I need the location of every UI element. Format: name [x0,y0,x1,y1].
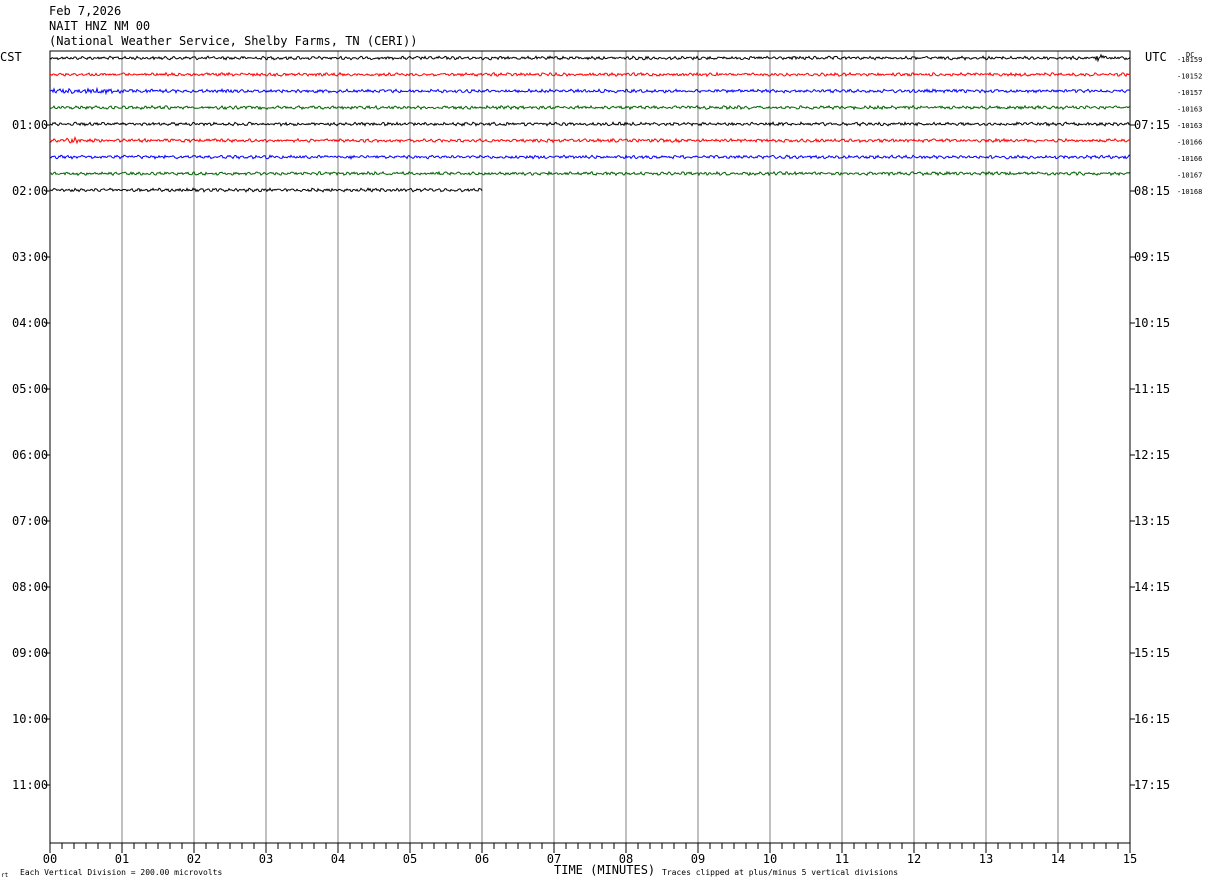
x-tick-label: 06 [475,852,489,866]
x-tick-label: 04 [331,852,345,866]
dc-offset-label: -10168 [1177,188,1202,196]
x-tick-label: 02 [187,852,201,866]
left-hour-label: 05:00 [12,382,48,396]
x-tick-label: 12 [907,852,921,866]
dc-offset-label: -10167 [1177,172,1202,180]
clip-note: Traces clipped at plus/minus 5 vertical … [662,868,898,877]
x-tick-label: 05 [403,852,417,866]
right-hour-label: 15:15 [1134,646,1170,660]
x-tick-label: 03 [259,852,273,866]
right-hour-label: 11:15 [1134,382,1170,396]
trace-green [49,170,1131,177]
left-hour-label: 10:00 [12,712,48,726]
right-hour-label: 17:15 [1134,778,1170,792]
left-hour-label: 11:00 [12,778,48,792]
seismogram-plot: 00 01 02 03 04 05 06 07 08 09 10 11 12 13 14 1501:0002:… [0,50,1202,879]
right-hour-label: 12:15 [1134,448,1170,462]
left-hour-label: 09:00 [12,646,48,660]
right-hour-label: 14:15 [1134,580,1170,594]
trace-layer [49,53,1131,193]
x-tick-label: 15 [1123,852,1137,866]
x-tick-label: 10 [763,852,777,866]
dc-label: DC [1186,51,1194,59]
dc-offset-label: -10166 [1177,139,1202,147]
right-hour-label: 13:15 [1134,514,1170,528]
right-timezone-label: UTC [1145,50,1167,64]
left-hour-label: 08:00 [12,580,48,594]
right-hour-label: 09:15 [1134,250,1170,264]
trace-green [49,104,1131,111]
corner-mark: rt [1,872,9,879]
trace-red [49,136,1131,145]
left-hour-label: 06:00 [12,448,48,462]
scale-note: Each Vertical Division = 200.00 microvol… [20,868,222,877]
x-tick-label: 01 [115,852,129,866]
left-hour-label: 04:00 [12,316,48,330]
right-hour-label: 08:15 [1134,184,1170,198]
dc-offset-label: -10163 [1177,122,1202,130]
left-hour-label: 03:00 [12,250,48,264]
x-tick-label: 11 [835,852,849,866]
right-hour-label: 16:15 [1134,712,1170,726]
left-timezone-label: CST [0,50,22,64]
left-hour-label: 07:00 [12,514,48,528]
x-tick-label: 09 [691,852,705,866]
trace-red [49,71,1131,78]
left-hour-label: 02:00 [12,184,48,198]
plot-frame [49,50,1131,844]
right-hour-label: 07:15 [1134,118,1170,132]
left-hour-label: 01:00 [12,118,48,132]
trace-black [49,121,1131,128]
grid-layer [45,51,1135,853]
x-tick-label: 14 [1051,852,1065,866]
dc-offset-label: -10152 [1177,73,1202,81]
dc-offset-label: -10157 [1177,89,1202,97]
trace-blue [49,153,1131,160]
dc-offset-label: -10163 [1177,106,1202,114]
trace-black [49,53,1131,63]
right-hour-label: 10:15 [1134,316,1170,330]
x-axis-title: TIME (MINUTES) [554,863,655,877]
label-layer: 00 01 02 03 04 05 06 07 08 09 10 11 12 13 14 1501:0002:… [12,56,1202,866]
dc-offset-label: -10166 [1177,155,1202,163]
x-tick-label: 13 [979,852,993,866]
x-tick-label: 00 [43,852,57,866]
trace-blue [49,86,1131,96]
